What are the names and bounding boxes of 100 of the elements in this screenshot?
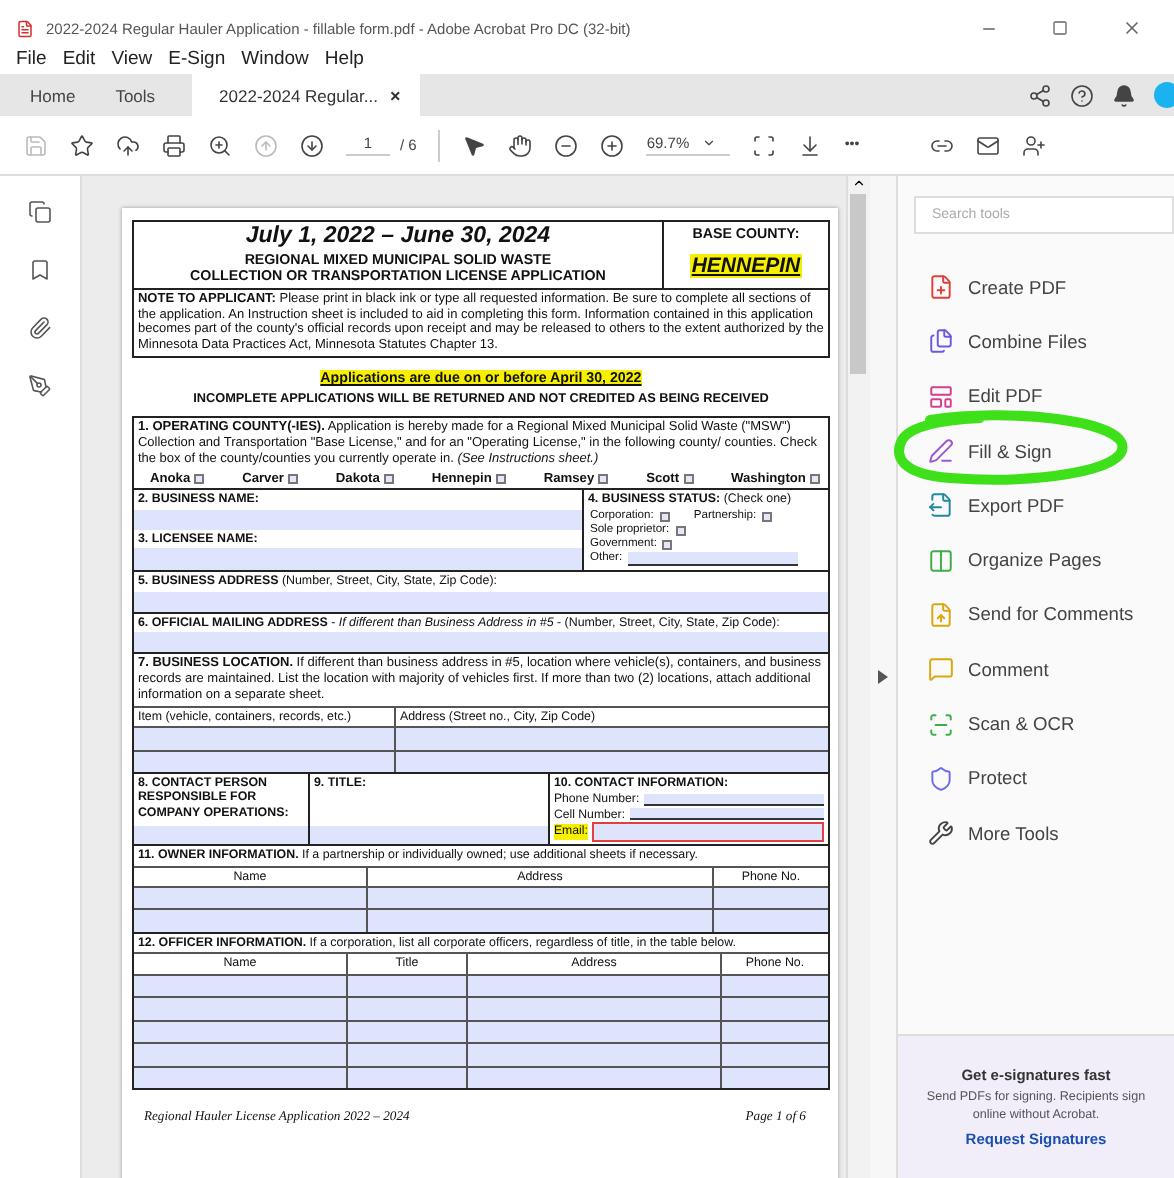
table-cell[interactable]: [133, 975, 348, 997]
input-field[interactable]: [133, 632, 828, 653]
table-cell[interactable]: [367, 910, 714, 932]
input-field[interactable]: [591, 822, 824, 843]
tool-item[interactable]: Create PDF: [898, 260, 1174, 315]
close-icon[interactable]: [1122, 18, 1142, 38]
table-cell[interactable]: [367, 887, 714, 909]
hand-icon[interactable]: [508, 133, 533, 157]
comment-icon: [928, 656, 954, 683]
input-field[interactable]: [133, 826, 308, 845]
table-cell[interactable]: [133, 1067, 348, 1089]
table-cell[interactable]: [721, 1067, 828, 1089]
checkbox[interactable]: [495, 474, 506, 485]
input-field[interactable]: [133, 728, 396, 750]
table-cell[interactable]: [347, 998, 468, 1020]
input-field[interactable]: [629, 808, 824, 821]
zoom-out-icon[interactable]: [554, 133, 579, 157]
menu-item[interactable]: View: [111, 48, 153, 70]
zoom-in-icon[interactable]: [600, 133, 625, 157]
table-cell[interactable]: [347, 975, 468, 997]
menu-item[interactable]: Window: [241, 48, 309, 70]
menu-item[interactable]: E-Sign: [168, 48, 226, 70]
tool-item[interactable]: Comment: [898, 642, 1174, 697]
checkbox[interactable]: [194, 474, 205, 485]
maximize-icon[interactable]: [1052, 20, 1068, 36]
upload-icon[interactable]: [116, 133, 140, 157]
table-cell[interactable]: [133, 887, 368, 909]
table-cell[interactable]: [347, 1044, 468, 1066]
form-period: July 1, 2022 – June 30, 2024: [245, 224, 551, 252]
table-cell[interactable]: [713, 887, 828, 909]
tab[interactable]: 2022-2024 Regular... ×: [191, 74, 421, 116]
table-cell[interactable]: [467, 1067, 722, 1089]
table-cell[interactable]: [133, 998, 348, 1020]
share-icon[interactable]: [1028, 83, 1052, 107]
checkbox[interactable]: [383, 474, 394, 485]
tool-item[interactable]: Combine Files: [898, 314, 1174, 370]
tab-close-button[interactable]: ×: [389, 85, 401, 105]
input-field[interactable]: [395, 751, 828, 773]
bookmark-icon[interactable]: [27, 258, 52, 282]
scroll-mode-icon[interactable]: [798, 133, 823, 157]
input-field[interactable]: [133, 509, 582, 530]
table-cell[interactable]: [721, 1021, 828, 1043]
tool-item[interactable]: Protect: [898, 751, 1174, 806]
table-cell[interactable]: [713, 910, 828, 932]
tool-item[interactable]: Export PDF: [898, 478, 1174, 533]
menu-item[interactable]: Help: [324, 48, 364, 70]
input-field[interactable]: [628, 551, 799, 566]
checkbox[interactable]: [662, 539, 673, 550]
fit-page-icon[interactable]: [752, 133, 777, 157]
bell-icon[interactable]: [1112, 83, 1136, 107]
checkbox[interactable]: [287, 474, 298, 485]
tool-item[interactable]: More Tools: [898, 805, 1174, 861]
table-cell[interactable]: [347, 1021, 468, 1043]
table-cell[interactable]: [133, 910, 368, 932]
checkbox[interactable]: [598, 474, 609, 485]
pen-icon[interactable]: [27, 374, 52, 398]
table-cell[interactable]: [133, 1021, 348, 1043]
input-field[interactable]: [133, 548, 582, 571]
tab[interactable]: Home: [10, 74, 96, 116]
add-user-icon[interactable]: [1021, 133, 1046, 157]
pages-icon[interactable]: [27, 200, 52, 224]
tool-item[interactable]: Edit PDF: [898, 369, 1174, 424]
paperclip-icon[interactable]: [27, 316, 52, 340]
table-cell[interactable]: [721, 1044, 828, 1066]
table-cell[interactable]: [467, 998, 722, 1020]
scrollbar-thumb[interactable]: [850, 194, 867, 374]
table-cell[interactable]: [467, 1044, 722, 1066]
menu-item[interactable]: File: [16, 48, 47, 70]
tool-item[interactable]: Scan & OCR: [898, 696, 1174, 752]
cursor-icon[interactable]: [462, 133, 487, 157]
tool-item[interactable]: Organize Pages: [898, 532, 1174, 588]
search-icon[interactable]: [208, 133, 232, 157]
input-field[interactable]: [395, 728, 828, 750]
help-icon[interactable]: [1070, 83, 1094, 107]
table-cell[interactable]: [347, 1067, 468, 1089]
scanner-icon: [928, 711, 954, 738]
scroll-up-icon[interactable]: [851, 176, 866, 190]
input-field[interactable]: [309, 826, 548, 845]
file-plus-icon: [928, 274, 954, 301]
table-cell[interactable]: [467, 1021, 722, 1043]
mail-icon[interactable]: [975, 133, 1000, 157]
input-field[interactable]: [643, 794, 824, 807]
tool-item[interactable]: Fill & Sign: [898, 423, 1174, 479]
checkbox[interactable]: [762, 511, 773, 522]
table-cell[interactable]: [721, 975, 828, 997]
table-cell[interactable]: [467, 975, 722, 997]
star-icon[interactable]: [70, 133, 94, 157]
checkbox[interactable]: [659, 511, 670, 522]
expand-icon[interactable]: [878, 670, 889, 684]
checkbox[interactable]: [683, 474, 694, 485]
menu-item[interactable]: Edit: [62, 48, 96, 70]
checkbox[interactable]: [809, 474, 820, 485]
print-icon[interactable]: [162, 133, 186, 157]
table-cell[interactable]: [721, 998, 828, 1020]
tool-item[interactable]: Send for Comments: [898, 587, 1174, 643]
table-cell[interactable]: [133, 1044, 348, 1066]
input-field[interactable]: [133, 751, 396, 773]
tab[interactable]: Tools: [95, 74, 176, 116]
checkbox[interactable]: [675, 525, 686, 536]
input-field[interactable]: [133, 591, 828, 612]
